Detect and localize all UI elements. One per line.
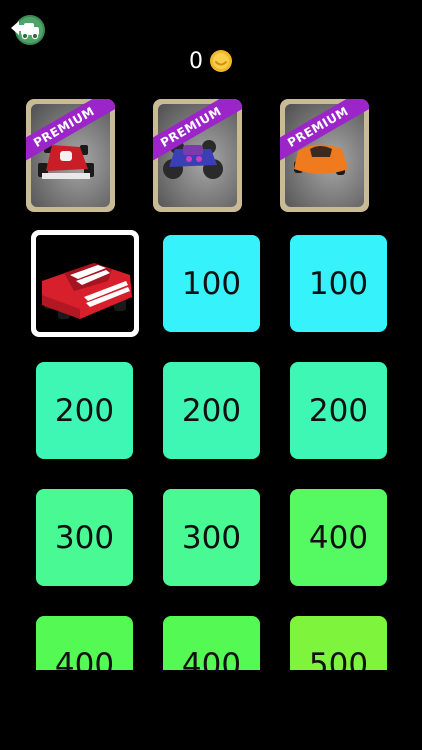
car-price: 300 xyxy=(54,519,115,556)
car-tile[interactable]: 100 xyxy=(290,235,387,332)
orange-sports-car-icon xyxy=(294,144,348,175)
car-price: 200 xyxy=(308,392,369,429)
premium-card-formula[interactable]: PREMIUM xyxy=(26,99,115,212)
coin-counter: 0 xyxy=(0,44,422,78)
monster-truck-icon xyxy=(163,140,223,179)
coin-icon xyxy=(210,50,232,72)
coin-count: 0 xyxy=(189,48,203,74)
car-price: 400 xyxy=(308,519,369,556)
car-price: 100 xyxy=(308,265,369,302)
car-price: 400 xyxy=(181,646,242,671)
back-button[interactable] xyxy=(8,12,48,48)
car-price: 300 xyxy=(181,519,242,556)
premium-card-sports-car[interactable]: PREMIUM xyxy=(280,99,369,212)
car-price: 200 xyxy=(181,392,242,429)
car-tile[interactable]: 200 xyxy=(36,362,133,459)
car-tile[interactable]: 400 xyxy=(36,616,133,670)
car-tile[interactable]: 200 xyxy=(163,362,260,459)
red-striped-car-icon xyxy=(42,263,132,319)
car-tile[interactable]: 500 xyxy=(290,616,387,670)
car-price: 500 xyxy=(308,646,369,671)
car-price: 100 xyxy=(181,265,242,302)
car-tile[interactable]: 400 xyxy=(290,489,387,586)
owned-car-tile[interactable] xyxy=(31,230,139,337)
car-tile[interactable]: 200 xyxy=(290,362,387,459)
car-tile[interactable]: 400 xyxy=(163,616,260,670)
car-tile[interactable]: 300 xyxy=(36,489,133,586)
owned-car-frame xyxy=(36,235,134,332)
car-price: 400 xyxy=(54,646,115,671)
premium-card-monster-truck[interactable]: PREMIUM xyxy=(153,99,242,212)
car-grid: PREMIUM PREMIUM PREMIUM 100 100 200 200 … xyxy=(0,96,422,670)
car-tile[interactable]: 300 xyxy=(163,489,260,586)
car-price: 200 xyxy=(54,392,115,429)
formula-race-car-icon xyxy=(38,143,94,179)
garage-back-icon xyxy=(11,15,45,45)
car-tile[interactable]: 100 xyxy=(163,235,260,332)
